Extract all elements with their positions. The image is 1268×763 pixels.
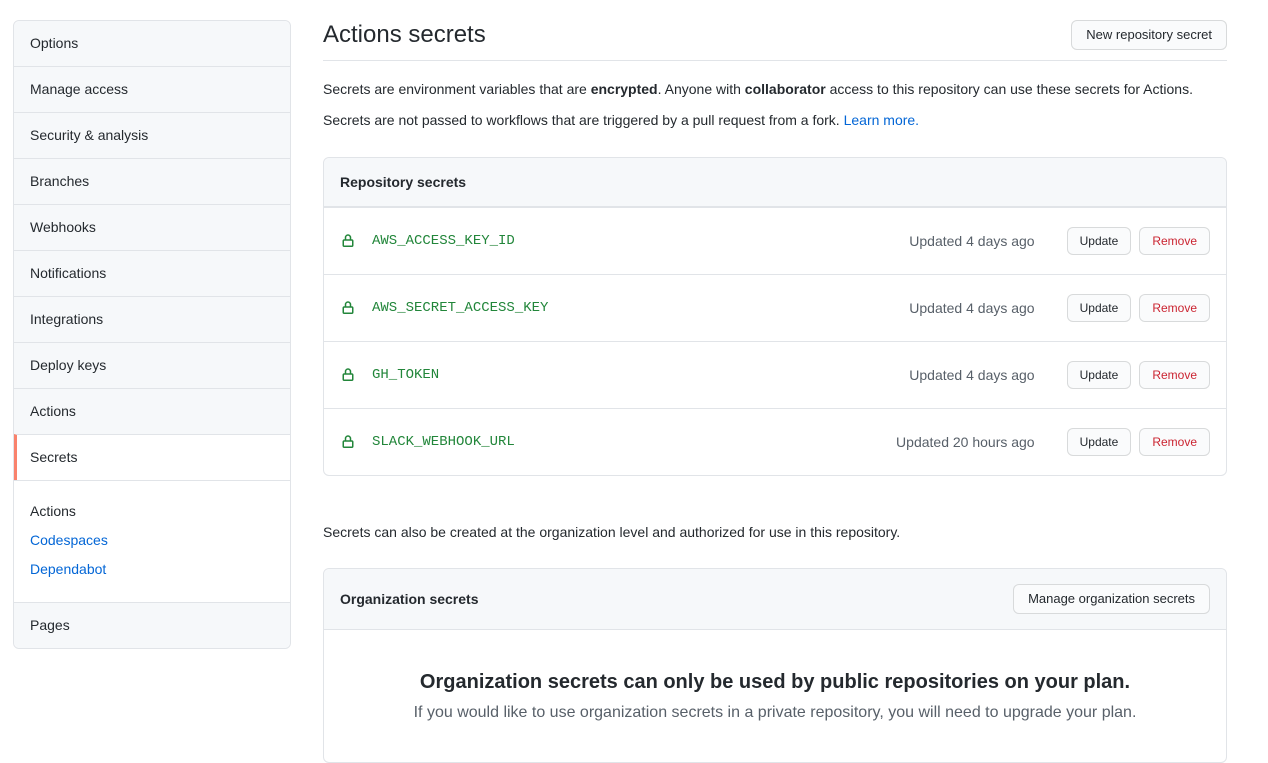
intro-p1-text3: access to this repository can use these … <box>826 81 1193 97</box>
organization-secrets-blankslate: Organization secrets can only be used by… <box>324 630 1226 762</box>
settings-page: Options Manage access Security & analysi… <box>0 0 1268 763</box>
lock-icon <box>340 434 356 450</box>
organization-note: Secrets can also be created at the organ… <box>323 522 1227 543</box>
blankslate-body: If you would like to use organization se… <box>364 701 1186 725</box>
repository-secrets-title: Repository secrets <box>340 174 466 190</box>
organization-secrets-box: Organization secrets Manage organization… <box>323 568 1227 763</box>
secret-name: AWS_ACCESS_KEY_ID <box>372 233 515 249</box>
sidebar-item-webhooks[interactable]: Webhooks <box>14 204 290 250</box>
intro-p2-text1: Secrets are not passed to workflows that… <box>323 112 844 128</box>
sidebar-item-integrations[interactable]: Integrations <box>14 296 290 342</box>
sidebar-item-deploy-keys[interactable]: Deploy keys <box>14 342 290 388</box>
sidebar-item-secrets[interactable]: Secrets <box>14 434 290 480</box>
secret-updated-time: Updated 4 days ago <box>909 300 1034 316</box>
subnav-item-actions[interactable]: Actions <box>30 501 274 522</box>
update-secret-button[interactable]: Update <box>1067 428 1132 456</box>
subnav-item-dependabot[interactable]: Dependabot <box>30 559 274 580</box>
remove-secret-button[interactable]: Remove <box>1139 361 1210 389</box>
secret-updated-time: Updated 4 days ago <box>909 233 1034 249</box>
intro-p1-bold-encrypted: encrypted <box>591 81 658 97</box>
intro-paragraph-2: Secrets are not passed to workflows that… <box>323 110 1227 131</box>
settings-sidebar: Options Manage access Security & analysi… <box>13 20 291 649</box>
page-title: Actions secrets <box>323 20 486 50</box>
sidebar-item-notifications[interactable]: Notifications <box>14 250 290 296</box>
learn-more-link[interactable]: Learn more. <box>844 112 919 128</box>
repository-secrets-header: Repository secrets <box>324 158 1226 207</box>
manage-organization-secrets-button[interactable]: Manage organization secrets <box>1013 584 1210 614</box>
lock-icon <box>340 300 356 316</box>
lock-icon <box>340 233 356 249</box>
blankslate-heading: Organization secrets can only be used by… <box>364 671 1186 694</box>
secret-row: GH_TOKEN Updated 4 days ago Update Remov… <box>324 341 1226 408</box>
intro-p1-bold-collaborator: collaborator <box>745 81 826 97</box>
update-secret-button[interactable]: Update <box>1067 227 1132 255</box>
intro-text: Secrets are environment variables that a… <box>323 79 1227 131</box>
sidebar-item-branches[interactable]: Branches <box>14 158 290 204</box>
sidebar-item-pages[interactable]: Pages <box>14 602 290 648</box>
sidebar-item-actions[interactable]: Actions <box>14 388 290 434</box>
remove-secret-button[interactable]: Remove <box>1139 428 1210 456</box>
intro-p1-text2: . Anyone with <box>658 81 745 97</box>
secret-row: AWS_SECRET_ACCESS_KEY Updated 4 days ago… <box>324 274 1226 341</box>
secret-updated-time: Updated 4 days ago <box>909 367 1034 383</box>
secret-name: AWS_SECRET_ACCESS_KEY <box>372 300 548 316</box>
sidebar-item-manage-access[interactable]: Manage access <box>14 66 290 112</box>
secret-updated-time: Updated 20 hours ago <box>896 434 1035 450</box>
organization-secrets-header: Organization secrets Manage organization… <box>324 569 1226 630</box>
organization-secrets-title: Organization secrets <box>340 591 479 607</box>
sidebar-item-options[interactable]: Options <box>14 21 290 66</box>
secret-name: SLACK_WEBHOOK_URL <box>372 434 515 450</box>
update-secret-button[interactable]: Update <box>1067 361 1132 389</box>
secret-row: SLACK_WEBHOOK_URL Updated 20 hours ago U… <box>324 408 1226 475</box>
intro-p1-text1: Secrets are environment variables that a… <box>323 81 591 97</box>
remove-secret-button[interactable]: Remove <box>1139 294 1210 322</box>
secrets-subnav: Actions Codespaces Dependabot <box>14 480 290 602</box>
repository-secrets-box: Repository secrets AWS_ACCESS_KEY_ID Upd… <box>323 157 1227 476</box>
page-header: Actions secrets New repository secret <box>323 20 1227 61</box>
subnav-item-codespaces[interactable]: Codespaces <box>30 530 274 551</box>
secret-name: GH_TOKEN <box>372 367 439 383</box>
update-secret-button[interactable]: Update <box>1067 294 1132 322</box>
lock-icon <box>340 367 356 383</box>
new-repository-secret-button[interactable]: New repository secret <box>1071 20 1227 50</box>
main-content: Actions secrets New repository secret Se… <box>323 20 1227 763</box>
sidebar-item-security-analysis[interactable]: Security & analysis <box>14 112 290 158</box>
intro-paragraph-1: Secrets are environment variables that a… <box>323 79 1227 100</box>
secret-row: AWS_ACCESS_KEY_ID Updated 4 days ago Upd… <box>324 207 1226 274</box>
remove-secret-button[interactable]: Remove <box>1139 227 1210 255</box>
